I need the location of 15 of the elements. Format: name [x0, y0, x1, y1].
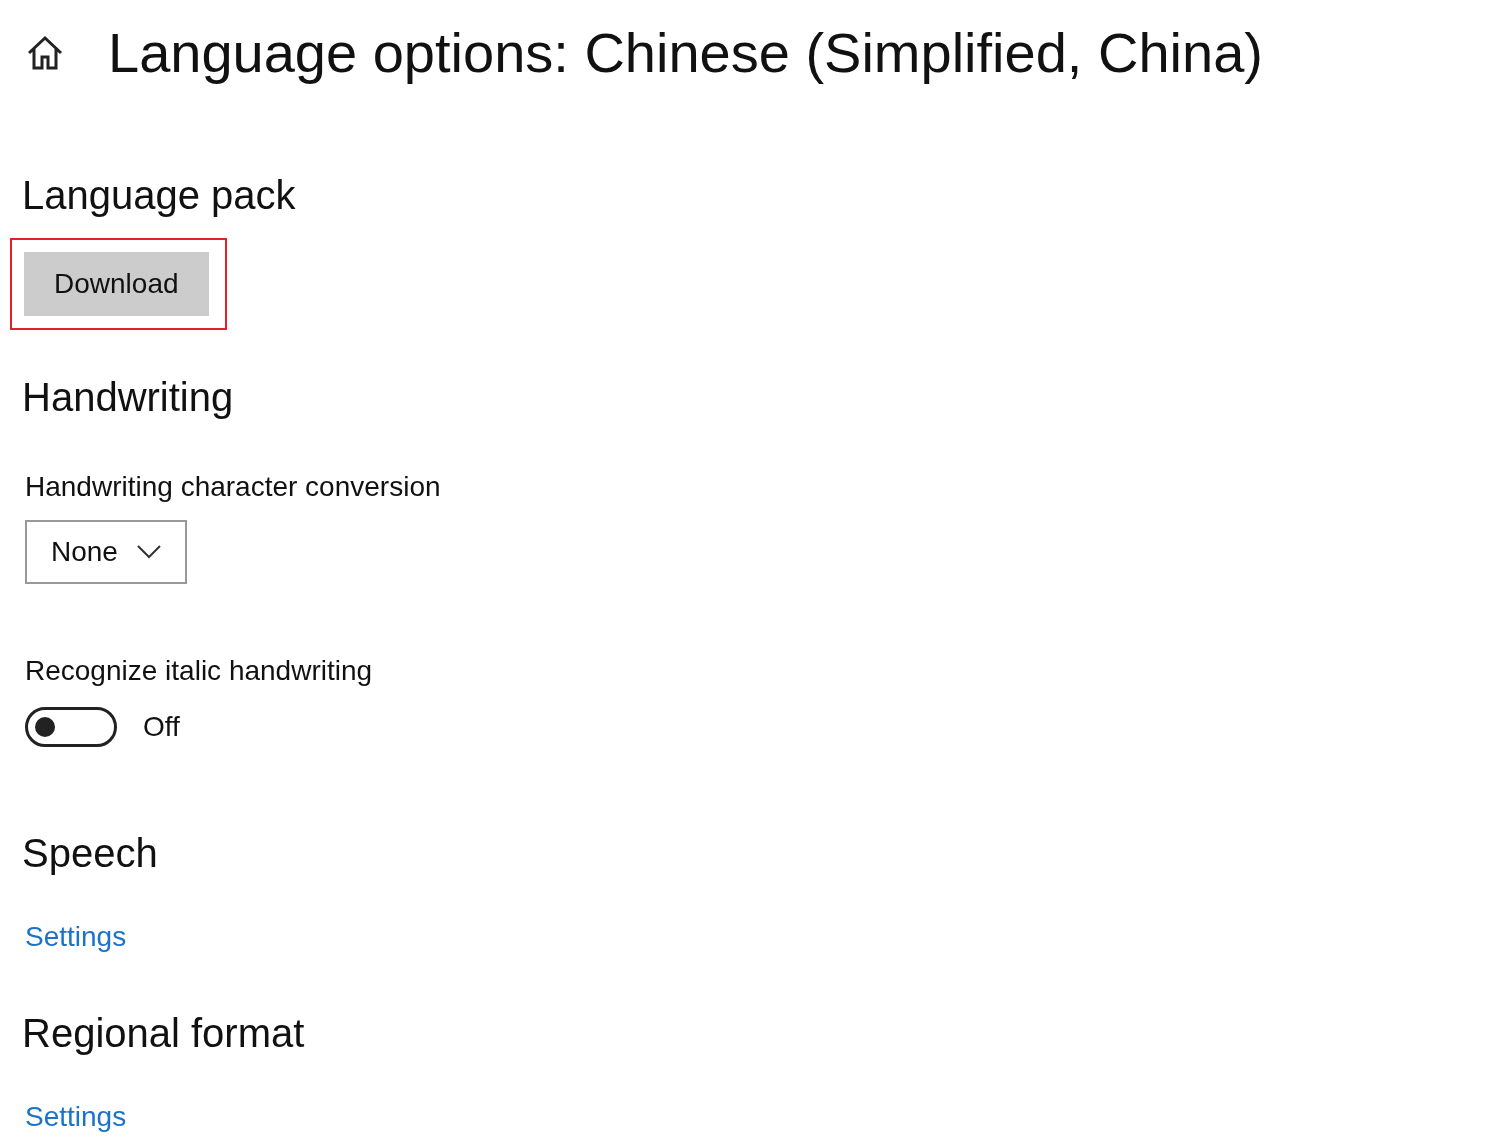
field-label: Handwriting character conversion: [25, 470, 442, 504]
section-heading: Handwriting: [22, 374, 235, 421]
toggle-state: Off: [143, 710, 180, 744]
conversion-dropdown[interactable]: None: [25, 520, 187, 584]
section-heading: Speech: [22, 830, 159, 877]
page-title: Language options: Chinese (Simplified, China): [108, 20, 1263, 86]
settings-link[interactable]: Settings: [25, 916, 127, 958]
toggle-label: Recognize italic handwriting: [25, 654, 374, 688]
chevron-down-icon: [137, 545, 161, 559]
settings-link[interactable]: Settings: [25, 1096, 127, 1138]
section-heading: Regional format: [22, 1010, 306, 1057]
section-heading: Language pack: [22, 172, 297, 219]
home-icon[interactable]: [26, 35, 64, 71]
download-button[interactable]: Download: [24, 252, 209, 316]
italic-toggle[interactable]: [25, 707, 117, 747]
